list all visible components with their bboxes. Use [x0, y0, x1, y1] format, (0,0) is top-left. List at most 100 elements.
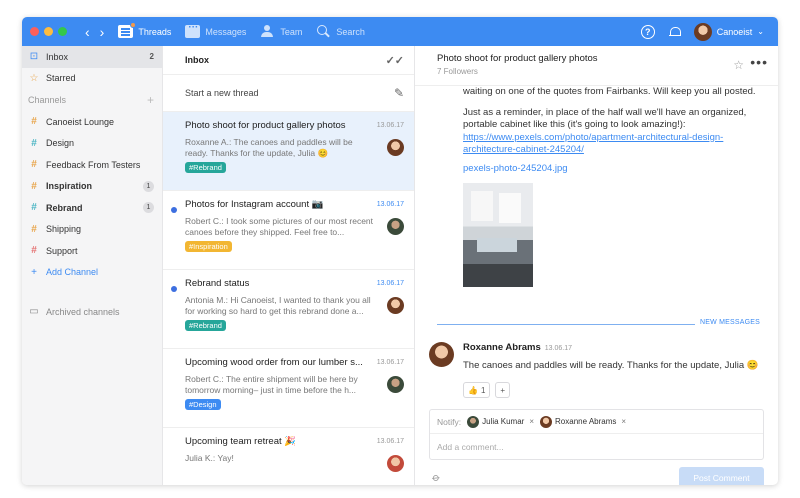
thread-item[interactable]: Rebrand status 13.06.17 Antonia M.: Hi Can… — [163, 270, 414, 349]
thread-title-row: Rebrand status 13.06.17 — [185, 278, 404, 289]
sidebar-item-starred[interactable]: ☆ Starred — [22, 68, 162, 90]
channel-tag[interactable]: #Design — [185, 399, 221, 410]
attachment-image[interactable] — [463, 183, 533, 287]
sidebar-item-inbox[interactable]: ⊡ Inbox 2 — [22, 46, 162, 68]
attachment-filename[interactable]: pexels-photo-245204.jpg — [463, 163, 763, 176]
chevron-down-icon: ⌄ — [757, 27, 764, 36]
message-author[interactable]: Roxanne Abrams — [463, 342, 541, 353]
user-avatar — [693, 22, 712, 41]
thread-text: Robert C.: The entire shipment will be h… — [185, 374, 377, 410]
inbox-icon: ⊡ — [29, 51, 39, 63]
thread-body: Roxanne A.: The canoes and paddles will … — [185, 137, 404, 173]
add-channel-button[interactable]: + Add Channel — [22, 262, 162, 284]
back-arrow-icon[interactable]: ‹ — [85, 25, 90, 39]
thread-list-panel: Inbox ✓✓ Start a new thread ✎ Photo shoo… — [163, 46, 415, 485]
tab-messages[interactable]: Messages — [185, 22, 247, 38]
mark-all-read-icon[interactable]: ✓✓ — [386, 54, 404, 67]
notifications-bell-icon[interactable] — [668, 26, 681, 38]
tab-team-label: Team — [280, 26, 303, 37]
notify-chip[interactable]: Julia Kumar × — [467, 415, 534, 428]
thread-preview: Roxanne A.: The canoes and paddles will … — [185, 137, 353, 158]
user-menu[interactable]: Canoeist ⌄ — [693, 22, 764, 41]
history-nav: ‹ › — [85, 25, 104, 39]
message-text: Just as a reminder, in place of the half… — [463, 106, 747, 131]
thread-item[interactable]: Upcoming wood order from our lumber s...… — [163, 349, 414, 428]
message-link[interactable]: https://www.pexels.com/photo/apartment-a… — [463, 132, 723, 156]
thread-item[interactable]: Photo shoot for product gallery photos 13… — [163, 112, 414, 191]
thread-list-header: Inbox ✓✓ — [163, 46, 414, 75]
tab-threads[interactable]: Threads — [118, 22, 171, 38]
thread-title: Upcoming team retreat 🎉 — [185, 436, 297, 447]
unread-count-badge: 1 — [143, 180, 154, 192]
message-author-avatar[interactable] — [429, 342, 454, 367]
sidebar-item-channel[interactable]: # Shipping — [22, 219, 162, 241]
sidebar-item-channel[interactable]: # Feedback From Testers — [22, 154, 162, 176]
remove-icon[interactable]: × — [621, 417, 626, 426]
unread-count-badge: 1 — [143, 202, 154, 214]
channel-tag[interactable]: #Rebrand — [185, 162, 226, 173]
channels-section-header: Channels + — [22, 89, 162, 111]
notify-row: Notify: Julia Kumar × Roxanne Abrams × — [430, 410, 763, 434]
hash-icon: # — [31, 202, 37, 214]
message-text: The canoes and paddles will be ready. Th… — [463, 360, 759, 371]
thread-item[interactable]: Photos for Instagram account 📷 13.06.17 Ro… — [163, 191, 414, 270]
app-window: ‹ › Threads Messages Team Search ? Canoe… — [22, 17, 778, 485]
thread-title: Rebrand status — [185, 278, 250, 289]
tab-search[interactable]: Search — [316, 25, 365, 38]
message-body: waiting on one of the quotes from Fairba… — [463, 86, 763, 287]
sidebar-item-label: Canoeist Lounge — [46, 116, 115, 127]
minimize-window-button[interactable] — [44, 27, 53, 36]
sidebar-item-channel[interactable]: # Inspiration 1 — [22, 176, 162, 198]
new-thread-button[interactable]: Start a new thread ✎ — [163, 75, 414, 112]
hash-icon: # — [31, 245, 37, 257]
sidebar-item-label: Inspiration — [46, 181, 93, 192]
followers-count[interactable]: 7 Followers — [437, 67, 764, 76]
sidebar-item-label: Rebrand — [46, 202, 83, 213]
hash-icon: # — [31, 116, 37, 128]
comment-input[interactable]: Add a comment... — [430, 434, 763, 460]
sidebar-item-label: Support — [46, 245, 78, 256]
thumbs-up-reaction[interactable]: 👍 1 — [463, 382, 491, 398]
thread-avatar — [387, 455, 404, 472]
forward-arrow-icon[interactable]: › — [100, 25, 105, 39]
star-icon: ☆ — [29, 72, 39, 84]
sidebar-item-label: Inbox — [46, 51, 69, 62]
plus-icon: + — [500, 385, 506, 395]
tab-team[interactable]: Team — [260, 25, 302, 38]
add-channel-plus-icon[interactable]: + — [147, 93, 154, 107]
thread-avatar — [387, 297, 404, 314]
search-icon — [316, 25, 331, 38]
more-options-icon[interactable]: ••• — [750, 54, 768, 70]
reactions: 👍 1 + — [463, 382, 763, 398]
notify-label: Notify: — [437, 416, 462, 427]
attachment-paperclip-icon[interactable]: ⌀ — [430, 470, 443, 484]
sidebar-item-channel[interactable]: # Canoeist Lounge — [22, 111, 162, 133]
channel-tag[interactable]: #Inspiration — [185, 241, 232, 252]
thread-preview: Robert C.: I took some pictures of our m… — [185, 216, 374, 237]
help-icon[interactable]: ? — [640, 24, 655, 39]
notify-chip[interactable]: Roxanne Abrams × — [540, 415, 626, 428]
maximize-window-button[interactable] — [58, 27, 67, 36]
thread-item[interactable]: Upcoming team retreat 🎉 13.06.17 Julia K.:… — [163, 428, 414, 485]
new-messages-label: NEW MESSAGES — [700, 319, 760, 326]
thread-title-row: Upcoming team retreat 🎉 13.06.17 — [185, 436, 404, 447]
archived-channels-link[interactable]: ▭ Archived channels — [22, 301, 162, 323]
sidebar-item-channel[interactable]: # Support — [22, 240, 162, 262]
sidebar-item-label: Design — [46, 138, 75, 149]
tab-messages-label: Messages — [205, 26, 247, 37]
channel-tag[interactable]: #Rebrand — [185, 320, 226, 331]
remove-icon[interactable]: × — [529, 417, 534, 426]
sidebar: ⊡ Inbox 2 ☆ Starred Channels + # Canoeist… — [22, 46, 163, 485]
add-channel-label: Add Channel — [46, 267, 99, 278]
team-icon — [260, 25, 275, 38]
notify-avatar — [540, 415, 553, 428]
archive-icon: ▭ — [29, 306, 39, 318]
sidebar-item-channel[interactable]: # Rebrand 1 — [22, 197, 162, 219]
add-reaction-button[interactable]: + — [495, 382, 511, 398]
sidebar-item-channel[interactable]: # Design — [22, 133, 162, 155]
post-comment-button[interactable]: Post Comment — [679, 467, 764, 485]
close-window-button[interactable] — [30, 27, 39, 36]
thread-date: 13.06.17 — [376, 359, 404, 366]
thread-body: Robert C.: I took some pictures of our m… — [185, 216, 404, 252]
star-icon[interactable]: ☆ — [733, 58, 744, 72]
